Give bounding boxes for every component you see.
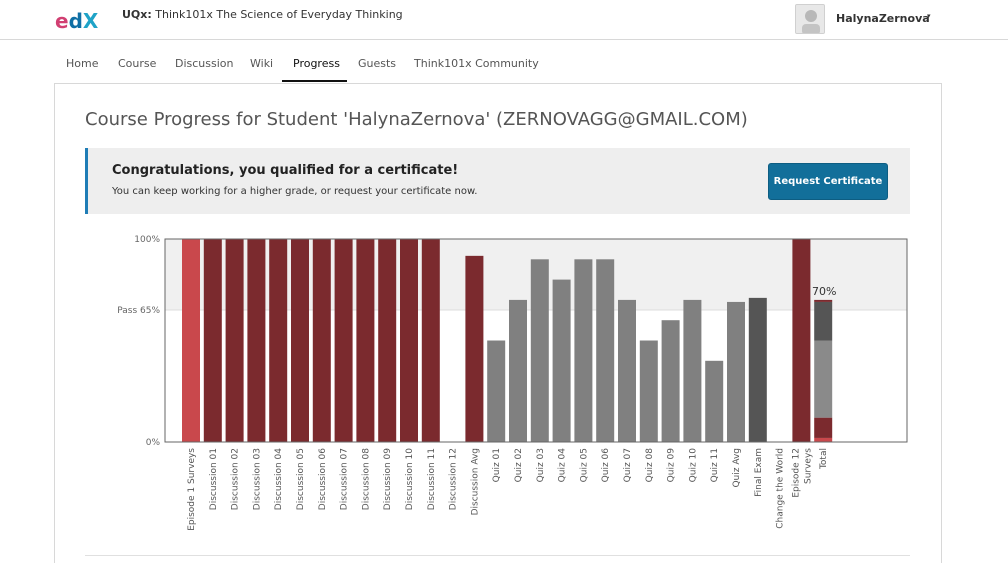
tab-discussion[interactable]: Discussion: [175, 57, 234, 70]
x-tick-label: Quiz 09: [667, 448, 677, 483]
bar-quiz-avg: [727, 301, 745, 442]
svg-text:edX: edX: [55, 9, 99, 33]
x-tick-label: Quiz 05: [579, 448, 589, 482]
total-data-label: 70%: [812, 285, 836, 298]
username[interactable]: HalynaZernova: [836, 12, 930, 25]
x-tick-label: Discussion 05: [296, 448, 306, 510]
bar-discussion-01: [203, 239, 222, 442]
x-tick-label: Quiz Avg: [732, 448, 742, 488]
x-tick-label: Quiz 04: [558, 448, 568, 483]
x-tick-label: Change the World: [776, 448, 786, 529]
x-tick-label: Quiz 10: [688, 448, 698, 483]
y-tick-label: Pass 65%: [117, 306, 160, 316]
bar-discussion-avg: [465, 255, 484, 442]
x-tick-label: Discussion 06: [318, 448, 328, 510]
bar-episode-1-surveys: [182, 239, 200, 442]
bar-discussion-09: [378, 239, 397, 442]
x-tick-label: Quiz 03: [536, 448, 546, 482]
y-tick-label: 100%: [134, 235, 160, 245]
total-bar-segment: [814, 437, 833, 442]
course-org: UQx:: [122, 8, 152, 21]
avatar[interactable]: [795, 4, 825, 34]
x-tick-label: Quiz 02: [514, 448, 524, 482]
x-tick-label: Discussion 11: [427, 448, 437, 510]
total-bar-segment: [814, 417, 833, 438]
user-icon: [796, 5, 824, 33]
course-name: Think101x The Science of Everyday Thinki…: [155, 8, 403, 21]
x-tick-label: Discussion 10: [405, 448, 415, 510]
x-tick-label: Quiz 08: [645, 448, 655, 483]
certificate-banner: Congratulations, you qualified for a cer…: [85, 148, 910, 214]
bar-quiz-05: [574, 259, 593, 442]
x-tick-label: Quiz 07: [623, 448, 633, 482]
bar-discussion-03: [247, 239, 266, 442]
request-certificate-button[interactable]: Request Certificate: [768, 163, 888, 200]
tab-progress[interactable]: Progress: [293, 57, 340, 70]
x-tick-label: Episode 1 Surveys: [187, 448, 197, 531]
x-tick-label: Discussion 09: [383, 448, 393, 510]
x-tick-label: Discussion Avg: [470, 448, 480, 515]
bar-quiz-10: [683, 299, 702, 442]
bar-discussion-10: [400, 239, 418, 442]
divider: [85, 555, 910, 556]
x-tick-label: Discussion 04: [274, 448, 284, 510]
bar-quiz-11: [705, 360, 724, 442]
top-bar: edX UQx: Think101x The Science of Everyd…: [0, 0, 1008, 40]
bar-discussion-05: [291, 239, 309, 442]
tab-think101x-community[interactable]: Think101x Community: [414, 57, 539, 70]
total-bar-segment: [814, 301, 833, 341]
x-tick-label: Episode 12: [791, 448, 801, 498]
banner-text: You can keep working for a higher grade,…: [112, 186, 478, 197]
total-bar-segment: [814, 340, 833, 418]
x-tick-label: Quiz 01: [492, 448, 502, 482]
bar-quiz-09: [661, 320, 680, 442]
x-tick-label: Total: [819, 448, 829, 470]
bar-quiz-01: [487, 340, 506, 442]
active-tab-indicator: [282, 80, 347, 82]
x-tick-label: Surveys: [803, 448, 813, 484]
tab-wiki[interactable]: Wiki: [250, 57, 273, 70]
x-tick-label: Discussion 02: [231, 448, 241, 510]
total-bar-segment: [814, 299, 833, 302]
x-tick-label: Discussion 12: [449, 448, 459, 510]
bar-discussion-06: [312, 239, 331, 442]
tab-course[interactable]: Course: [118, 57, 156, 70]
edx-logo[interactable]: edX: [55, 9, 103, 33]
chevron-down-icon[interactable]: ▾: [927, 12, 931, 20]
tab-home[interactable]: Home: [66, 57, 98, 70]
x-tick-label: Quiz 06: [601, 448, 611, 483]
bar-discussion-08: [356, 239, 375, 442]
y-tick-label: 0%: [146, 438, 161, 448]
bar-quiz-03: [530, 259, 549, 442]
course-tabs: Home Course Discussion Wiki Progress Gue…: [0, 41, 1008, 83]
bar-episode-12-surveys: [792, 239, 811, 442]
x-tick-label: Quiz 11: [710, 448, 720, 482]
x-tick-label: Discussion 07: [340, 448, 350, 510]
bar-discussion-04: [269, 239, 288, 442]
x-tick-label: Discussion 08: [361, 448, 371, 510]
banner-title: Congratulations, you qualified for a cer…: [112, 163, 459, 178]
x-tick-label: Final Exam: [754, 448, 764, 497]
bar-quiz-04: [552, 279, 571, 442]
page-title: Course Progress for Student 'HalynaZerno…: [85, 109, 748, 130]
bar-quiz-07: [618, 299, 636, 442]
bar-final-exam: [748, 297, 767, 442]
x-tick-label: Discussion 01: [209, 448, 219, 510]
bar-quiz-02: [509, 299, 527, 442]
x-tick-label: Discussion 03: [252, 448, 262, 510]
bar-discussion-07: [334, 239, 353, 442]
course-title: UQx: Think101x The Science of Everyday T…: [122, 8, 403, 21]
bar-discussion-11: [421, 239, 440, 442]
bar-discussion-02: [225, 239, 244, 442]
tab-guests[interactable]: Guests: [358, 57, 396, 70]
bar-quiz-06: [596, 259, 615, 442]
bar-quiz-08: [639, 340, 658, 442]
